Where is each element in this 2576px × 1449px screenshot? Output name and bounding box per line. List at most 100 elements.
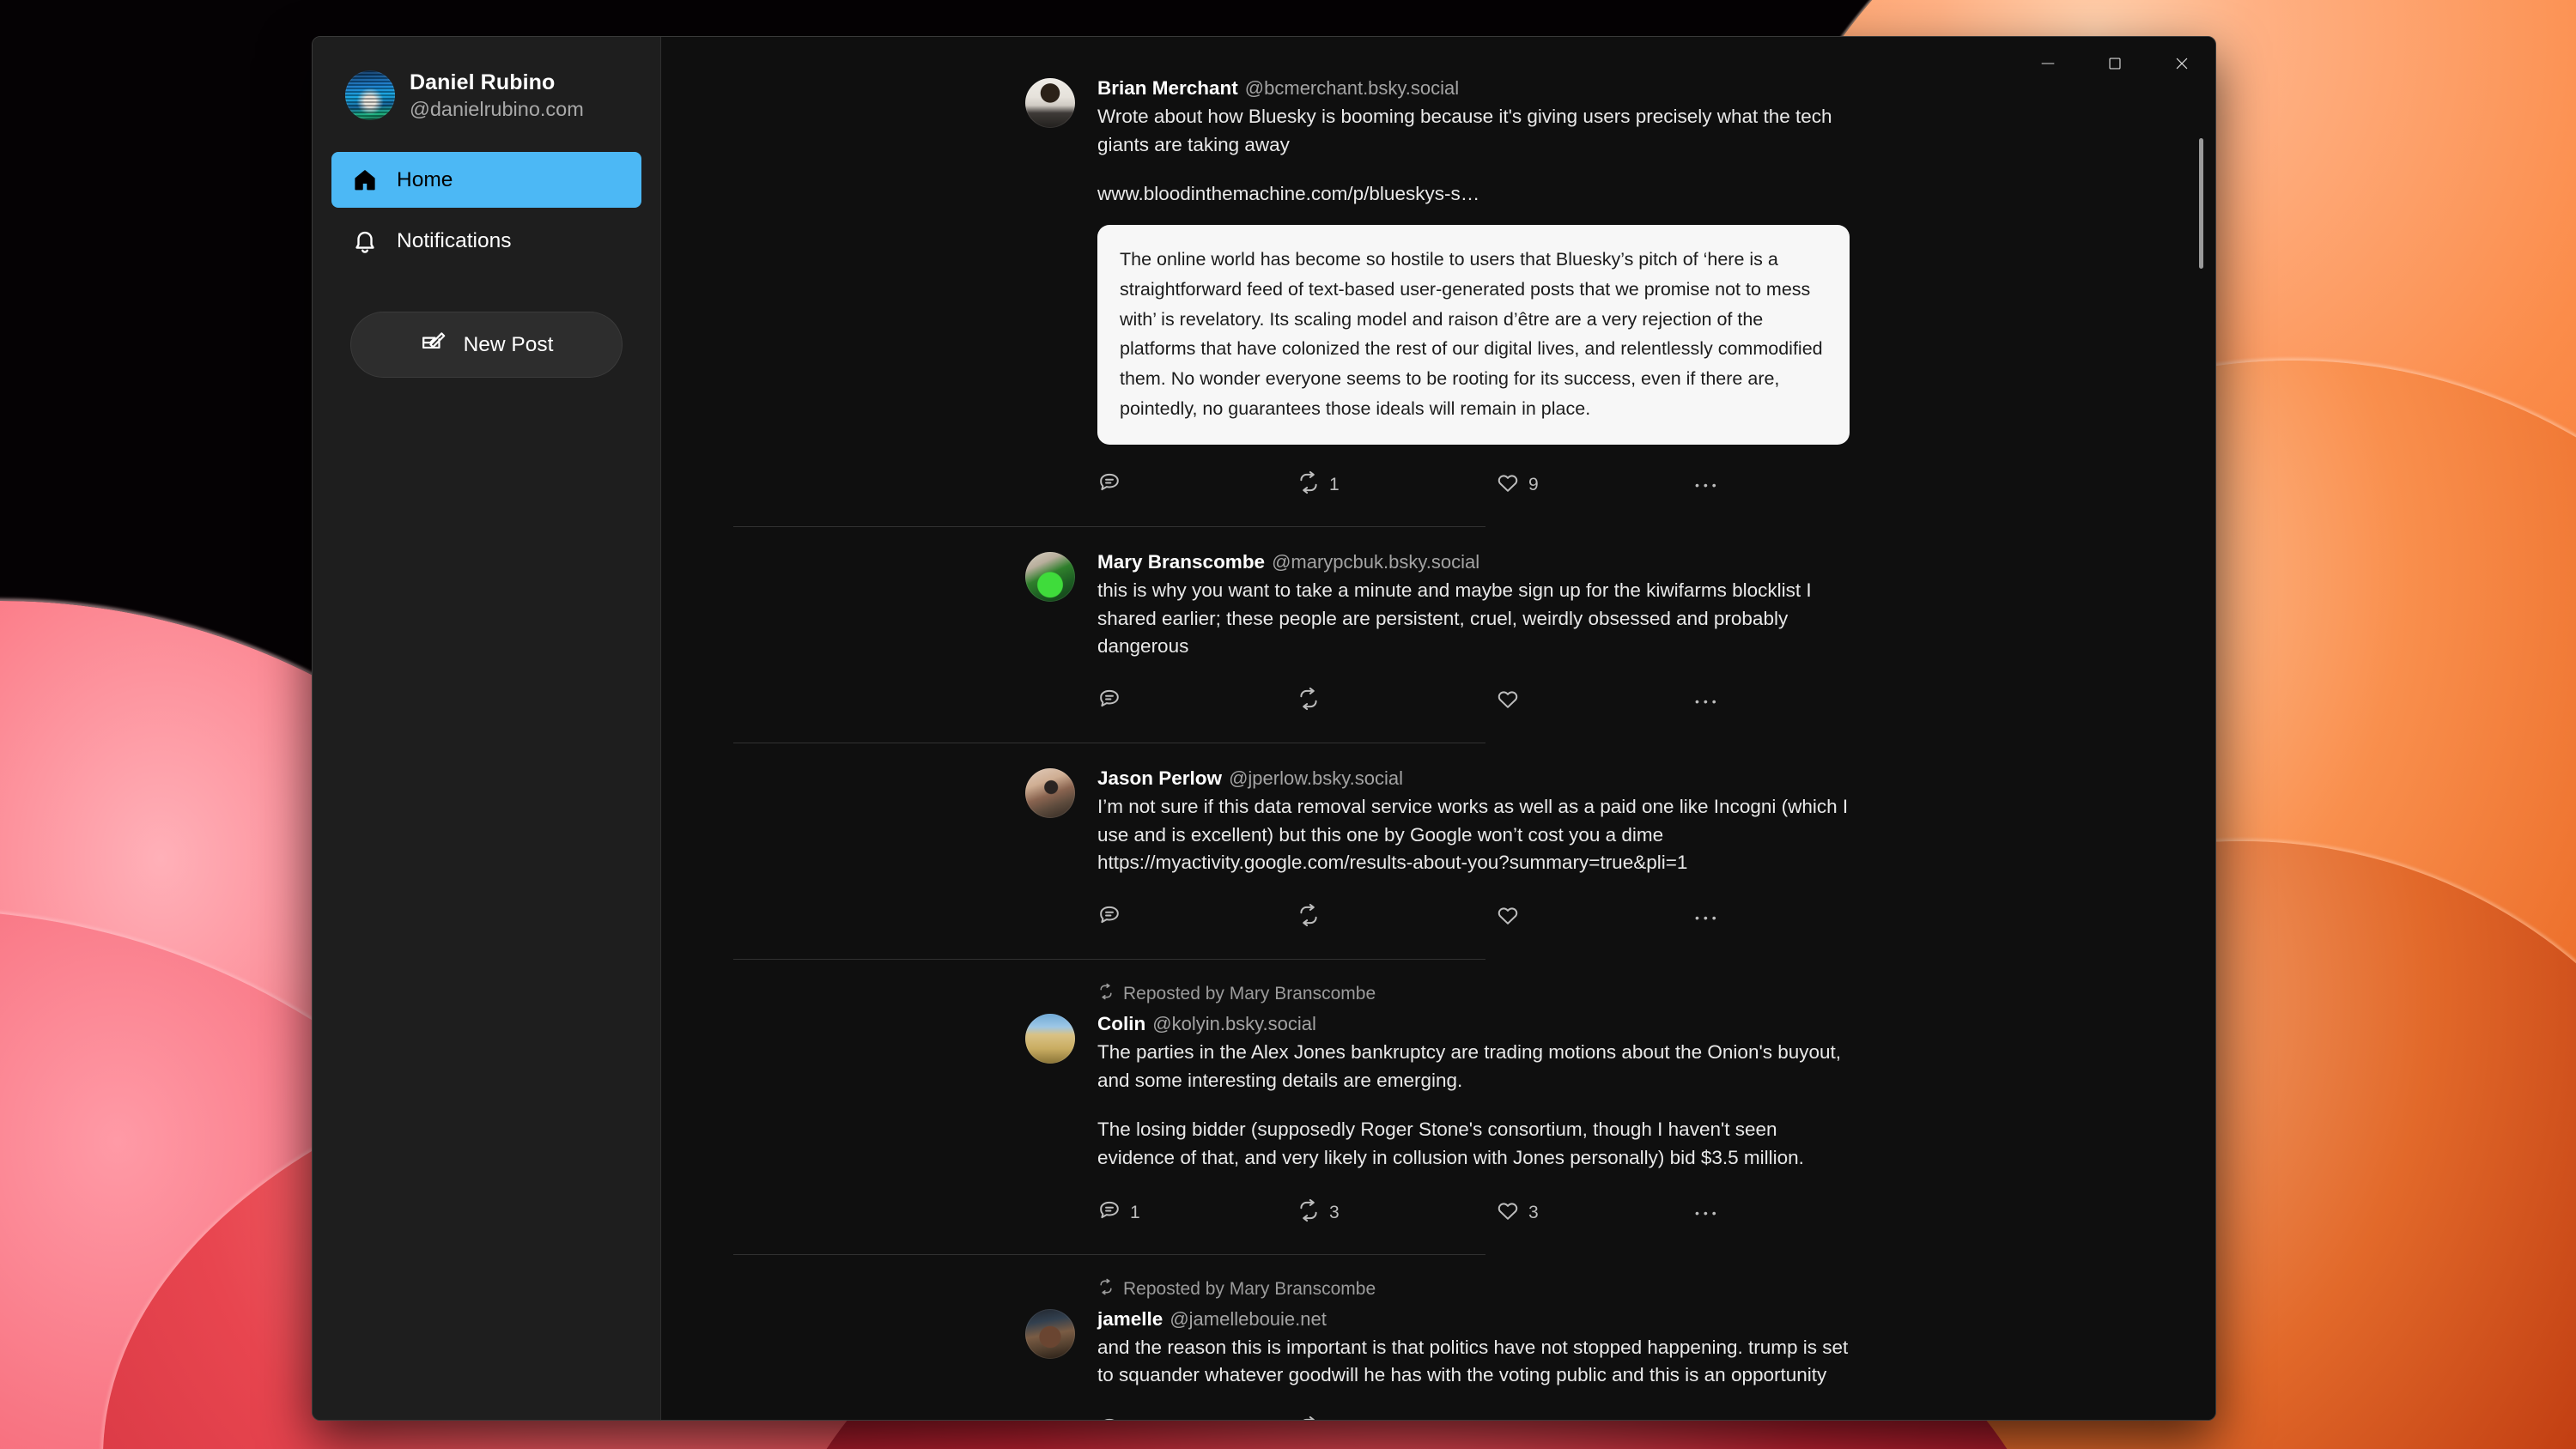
- new-post-button[interactable]: New Post: [350, 312, 623, 379]
- author-row[interactable]: Mary Branscombe @marypcbuk.bsky.social: [1097, 550, 1850, 574]
- avatar[interactable]: [345, 70, 395, 121]
- post[interactable]: Jason Perlow @jperlow.bsky.social I’m not …: [1025, 767, 1850, 936]
- bell-icon: [350, 227, 380, 256]
- reply-button[interactable]: [1097, 470, 1297, 500]
- post-feed[interactable]: Brian Merchant @bcmerchant.bsky.social Wro…: [661, 37, 2215, 1420]
- post[interactable]: Brian Merchant @bcmerchant.bsky.social Wro…: [1025, 76, 1850, 503]
- author-display-name: Mary Branscombe: [1097, 550, 1266, 573]
- post[interactable]: Reposted by Mary Branscombe jamelle @jamel…: [1025, 1278, 1850, 1420]
- post-paragraph: Wrote about how Bluesky is booming becau…: [1097, 106, 1832, 155]
- avatar-column: [1025, 76, 1097, 503]
- sidebar: Daniel Rubino @danielrubino.com Home Not…: [313, 37, 661, 1420]
- more-options-button[interactable]: •••: [1695, 479, 1747, 491]
- avatar-column: [1025, 550, 1097, 719]
- like-icon: [1496, 903, 1520, 932]
- repost-icon: [1097, 1278, 1115, 1300]
- main-content: Brian Merchant @bcmerchant.bsky.social Wro…: [661, 37, 2215, 1420]
- post-text: The parties in the Alex Jones bankruptcy…: [1097, 1039, 1850, 1173]
- reply-icon: [1097, 1198, 1121, 1228]
- reply-button[interactable]: [1097, 687, 1297, 716]
- like-button[interactable]: [1496, 687, 1695, 716]
- more-options-button[interactable]: •••: [1695, 912, 1747, 924]
- repost-attribution-label: Reposted by Mary Branscombe: [1123, 983, 1376, 1003]
- repost-button[interactable]: [1297, 687, 1496, 716]
- repost-icon: [1297, 470, 1321, 500]
- close-button[interactable]: [2148, 37, 2215, 90]
- post-body: Colin @kolyin.bsky.social The parties in t…: [1025, 1012, 1850, 1231]
- post-text-column: Jason Perlow @jperlow.bsky.social I’m not …: [1097, 767, 1850, 936]
- maximize-button[interactable]: [2081, 37, 2148, 90]
- more-options-button[interactable]: •••: [1695, 1207, 1747, 1219]
- repost-attribution-label: Reposted by Mary Branscombe: [1123, 1278, 1376, 1299]
- reply-icon: [1097, 903, 1121, 932]
- post-paragraph: The losing bidder (supposedly Roger Ston…: [1097, 1119, 1804, 1168]
- author-handle: @kolyin.bsky.social: [1152, 1012, 1316, 1034]
- post-text-column: Brian Merchant @bcmerchant.bsky.social Wro…: [1097, 76, 1850, 503]
- post-paragraph: this is why you want to take a minute an…: [1097, 579, 1812, 658]
- author-row[interactable]: Colin @kolyin.bsky.social: [1097, 1012, 1850, 1036]
- author-row[interactable]: jamelle @jamellebouie.net: [1097, 1307, 1850, 1331]
- profile-handle: @danielrubino.com: [410, 98, 584, 120]
- post-actions: •••: [1097, 1412, 1850, 1420]
- minimize-button[interactable]: [2014, 37, 2081, 90]
- author-row[interactable]: Brian Merchant @bcmerchant.bsky.social: [1097, 76, 1850, 100]
- post-text-column: Mary Branscombe @marypcbuk.bsky.social thi…: [1097, 550, 1850, 719]
- repost-button[interactable]: [1297, 1416, 1496, 1420]
- like-icon: [1496, 687, 1520, 716]
- avatar[interactable]: [1025, 1013, 1075, 1064]
- like-button[interactable]: [1496, 1416, 1695, 1420]
- author-handle: @bcmerchant.bsky.social: [1244, 77, 1460, 99]
- author-display-name: jamelle: [1097, 1307, 1163, 1330]
- action-count: 3: [1329, 1202, 1340, 1222]
- post-spacer: [661, 960, 2215, 983]
- avatar[interactable]: [1025, 767, 1075, 818]
- post-text: I’m not sure if this data removal servic…: [1097, 793, 1850, 877]
- action-count: 3: [1528, 1202, 1539, 1222]
- author-display-name: Jason Perlow: [1097, 767, 1223, 789]
- avatar[interactable]: [1025, 78, 1075, 128]
- like-icon: [1496, 1198, 1520, 1228]
- reply-button[interactable]: [1097, 1416, 1297, 1420]
- author-display-name: Brian Merchant: [1097, 77, 1238, 99]
- post-text: this is why you want to take a minute an…: [1097, 577, 1850, 661]
- link-quote-card[interactable]: The online world has become so hostile t…: [1097, 225, 1850, 445]
- reply-button[interactable]: [1097, 903, 1297, 932]
- ellipsis-icon: •••: [1695, 1205, 1721, 1220]
- like-button[interactable]: [1496, 903, 1695, 932]
- post-spacer: [661, 1255, 2215, 1278]
- scrollbar-thumb[interactable]: [2199, 138, 2203, 269]
- avatar[interactable]: [1025, 1308, 1075, 1359]
- reply-button[interactable]: 1: [1097, 1198, 1297, 1228]
- post-actions: 1 9 •••: [1097, 467, 1850, 503]
- more-options-button[interactable]: •••: [1695, 695, 1747, 707]
- like-button[interactable]: 3: [1496, 1198, 1695, 1228]
- sidebar-item-notifications[interactable]: Notifications: [331, 213, 641, 269]
- sidebar-item-label-home: Home: [397, 167, 453, 191]
- post-body: Brian Merchant @bcmerchant.bsky.social Wro…: [1025, 76, 1850, 503]
- post-spacer: [661, 743, 2215, 767]
- home-icon: [350, 166, 380, 195]
- post[interactable]: Mary Branscombe @marypcbuk.bsky.social thi…: [1025, 550, 1850, 719]
- profile-display-name: Daniel Rubino: [410, 70, 556, 94]
- feed-scrollbar[interactable]: [2196, 37, 2208, 1420]
- repost-icon: [1297, 1198, 1321, 1228]
- repost-icon: [1097, 983, 1115, 1005]
- post-text-column: jamelle @jamellebouie.net and the reason t…: [1097, 1307, 1850, 1420]
- author-handle: @jamellebouie.net: [1170, 1307, 1327, 1330]
- sidebar-item-home[interactable]: Home: [331, 152, 641, 209]
- post[interactable]: Reposted by Mary Branscombe Colin @kolyin.…: [1025, 983, 1850, 1231]
- post-text: and the reason this is important is that…: [1097, 1334, 1850, 1390]
- like-button[interactable]: 9: [1496, 470, 1695, 500]
- avatar[interactable]: [1025, 551, 1075, 602]
- post-paragraph: I’m not sure if this data removal servic…: [1097, 796, 1849, 874]
- repost-icon: [1297, 903, 1321, 932]
- repost-button[interactable]: 1: [1297, 470, 1496, 500]
- repost-button[interactable]: [1297, 903, 1496, 932]
- profile-summary[interactable]: Daniel Rubino @danielrubino.com: [331, 66, 641, 121]
- action-count: 1: [1130, 1202, 1140, 1222]
- bluesky-app-window: Daniel Rubino @danielrubino.com Home Not…: [312, 36, 2216, 1421]
- reply-icon: [1097, 470, 1121, 500]
- ellipsis-icon: •••: [1695, 477, 1721, 492]
- author-row[interactable]: Jason Perlow @jperlow.bsky.social: [1097, 767, 1850, 791]
- repost-button[interactable]: 3: [1297, 1198, 1496, 1228]
